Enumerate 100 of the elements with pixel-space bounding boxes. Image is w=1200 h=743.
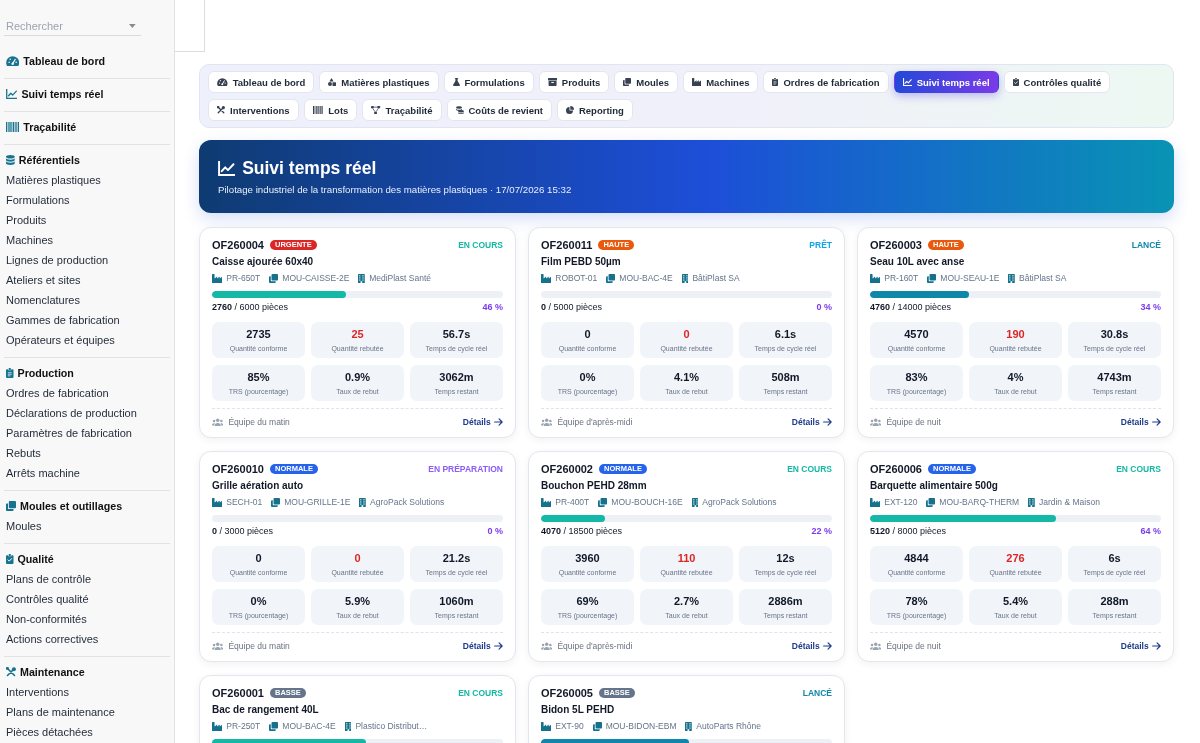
metric-value: 508m — [771, 370, 800, 384]
sidebar-link[interactable]: Paramètres de fabrication — [6, 423, 170, 443]
metric-value: 25 — [351, 327, 364, 341]
metric-value: 0% — [250, 594, 267, 608]
tab[interactable]: Machines — [683, 71, 759, 93]
sidebar-heading[interactable]: Moules et outillages — [6, 496, 170, 516]
sidebar-link[interactable]: Matières plastiques — [6, 170, 170, 190]
sidebar-heading[interactable]: Suivi temps réel — [6, 84, 170, 104]
progress-percent: 64 % — [1140, 525, 1161, 538]
sidebar-link[interactable]: Déclarations de production — [6, 403, 170, 423]
product-name: Caisse ajourée 60x40 — [212, 255, 315, 269]
product-name: Barquette alimentaire 500g — [870, 479, 999, 493]
sidebar-link[interactable]: Arrêts machine — [6, 463, 170, 483]
details-link[interactable]: Détails — [1120, 639, 1161, 653]
product-name: Bouchon PEHD 28mm — [541, 479, 648, 493]
tools-icon — [217, 106, 225, 114]
sidebar-link[interactable]: Formulations — [6, 190, 170, 210]
tab[interactable]: Traçabilité — [362, 99, 442, 121]
sidebar-link[interactable]: Ateliers et sites — [6, 270, 170, 290]
team-name: Équipe du matin — [228, 416, 290, 429]
sidebar-link[interactable]: Nomenclatures — [6, 290, 170, 310]
metric-value: 190 — [1006, 327, 1025, 341]
sidebar-link[interactable]: Ordres de fabrication — [6, 383, 170, 403]
sidebar-link[interactable]: Actions correctives — [6, 629, 170, 649]
sidebar-heading[interactable]: Production — [6, 363, 170, 383]
team-name: Équipe du matin — [228, 640, 290, 653]
stacked-squares-icon — [927, 274, 937, 283]
sidebar-heading[interactable]: Maintenance — [6, 662, 170, 682]
machine-code: EXT-90 — [555, 720, 584, 733]
factory-icon — [541, 722, 552, 731]
tab[interactable]: Interventions — [208, 99, 299, 121]
stacked-squares-icon — [269, 274, 279, 283]
sidebar-link[interactable]: Interventions — [6, 682, 170, 702]
sidebar-link[interactable]: Gammes de fabrication — [6, 310, 170, 330]
sidebar-heading[interactable]: Tableau de bord — [6, 51, 170, 71]
machine-code: PR-160T — [884, 272, 919, 285]
sidebar-heading[interactable]: Traçabilité — [6, 117, 170, 137]
metric-value: 5.9% — [344, 594, 371, 608]
factory-icon — [870, 498, 881, 507]
sidebar-link[interactable]: Produits — [6, 210, 170, 230]
mould-code: MOU-BAC-4E — [619, 272, 673, 285]
sidebar-heading[interactable]: Qualité — [6, 549, 170, 569]
tab[interactable]: Tableau de bord — [208, 71, 315, 93]
tab[interactable]: Matières plastiques — [319, 71, 439, 93]
metric-value: 3960 — [575, 551, 600, 565]
building-icon — [359, 498, 367, 507]
status-label: EN PRÉPARATION — [428, 463, 503, 476]
status-label: PRÊT — [809, 238, 832, 252]
gauge-icon — [217, 78, 228, 86]
sidebar-link[interactable]: Rebuts — [6, 443, 170, 463]
progress-percent: 46 % — [482, 301, 503, 314]
metric-value: 276 — [1006, 551, 1025, 565]
sidebar-heading[interactable]: Référentiels — [6, 150, 170, 170]
metric-value: 6.1s — [774, 327, 797, 341]
pie-chart-icon — [565, 106, 574, 114]
status-label: LANCÉ — [1131, 239, 1161, 252]
metric-value: 0 — [584, 327, 591, 341]
mould-code: MOU-BOUCH-16E — [611, 496, 683, 509]
team-name: Équipe de nuit — [886, 416, 941, 429]
building-icon — [358, 274, 366, 283]
tab[interactable]: Ordres de fabrication — [763, 71, 889, 93]
tab[interactable]: Contrôles qualité — [1003, 71, 1111, 93]
sidebar-link[interactable]: Pièces détachées — [6, 722, 170, 742]
machine-code: PR-400T — [555, 496, 590, 509]
sidebar-link[interactable]: Plans de maintenance — [6, 702, 170, 722]
tab[interactable]: Lots — [303, 99, 358, 121]
product-name: Seau 10L avec anse — [870, 255, 966, 269]
sidebar-link[interactable]: Plans de contrôle — [6, 569, 170, 589]
sidebar-link[interactable]: Non-conformités — [6, 609, 170, 629]
mould-code: MOU-BARQ-THERM — [939, 496, 1020, 509]
line-chart-icon — [218, 160, 236, 176]
details-link[interactable]: Détails — [462, 639, 503, 653]
machine-code: PR-650T — [226, 272, 261, 285]
tab[interactable]: Coûts de revient — [446, 99, 552, 121]
quantity-text: 0 / 5000 pièces — [541, 301, 603, 314]
details-link[interactable]: Détails — [791, 415, 832, 429]
tab[interactable]: Reporting — [556, 99, 633, 121]
factory-icon — [541, 498, 552, 507]
sidebar-link[interactable]: Lignes de production — [6, 250, 170, 270]
details-link[interactable]: Détails — [462, 415, 503, 429]
sidebar-link[interactable]: Opérateurs et équipes — [6, 330, 170, 350]
stacked-squares-icon — [271, 498, 281, 507]
factory-icon — [870, 274, 881, 283]
sidebar-link[interactable]: Moules — [6, 516, 170, 536]
tab[interactable]: Suivi temps réel — [893, 71, 999, 93]
tab[interactable]: Formulations — [443, 71, 534, 93]
order-number: OF260003 — [870, 238, 922, 252]
progress-percent: 0 % — [487, 525, 503, 538]
tab[interactable]: Moules — [614, 71, 679, 93]
sidebar-link[interactable]: Contrôles qualité — [6, 589, 170, 609]
team-name: Équipe d'après-midi — [557, 416, 633, 429]
users-icon — [212, 642, 224, 650]
metric-value: 288m — [1100, 594, 1129, 608]
metric-value: 0.9% — [344, 370, 371, 384]
tab[interactable]: Produits — [538, 71, 610, 93]
details-link[interactable]: Détails — [791, 639, 832, 653]
clipboard-icon — [6, 368, 14, 378]
details-link[interactable]: Détails — [1120, 415, 1161, 429]
sidebar-link[interactable]: Machines — [6, 230, 170, 250]
metric-value: 21.2s — [442, 551, 471, 565]
